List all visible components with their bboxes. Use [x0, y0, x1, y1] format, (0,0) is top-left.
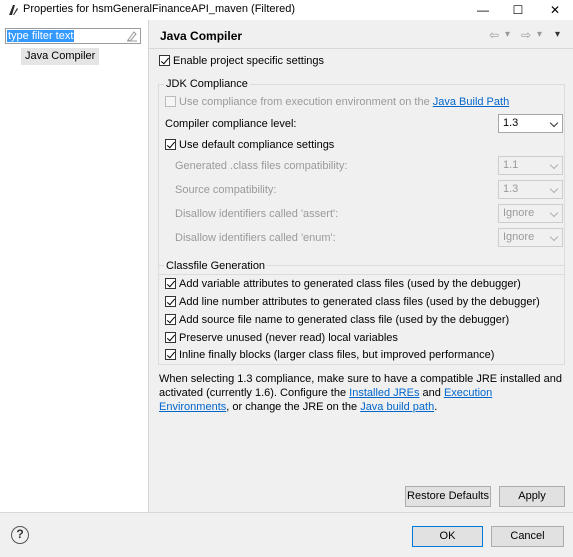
source-compat-select: 1.3 — [498, 180, 563, 199]
page-title: Java Compiler — [160, 29, 243, 43]
checkbox-checked-icon[interactable] — [165, 278, 176, 289]
chevron-down-icon — [549, 232, 559, 242]
eclipse-app-icon — [9, 5, 18, 15]
forward-history-dropdown-icon[interactable]: ▾ — [537, 28, 542, 42]
source-compat-label: Source compatibility: — [175, 184, 277, 196]
view-menu-icon[interactable]: ▾ — [555, 28, 560, 42]
use-default-compliance-label: Use default compliance settings — [179, 139, 335, 151]
compliance-level-select[interactable]: 1.3 — [498, 114, 563, 133]
title-separator — [149, 48, 573, 49]
info-text-part-3: , or change the JRE on the — [226, 401, 361, 413]
add-line-number-attributes-checkbox[interactable]: Add line number attributes to generated … — [165, 295, 540, 309]
source-compat-value: 1.3 — [503, 183, 519, 195]
assert-identifier-label: Disallow identifiers called 'assert': — [175, 208, 339, 220]
title-bar: Properties for hsmGeneralFinanceAPI_mave… — [0, 0, 573, 20]
inline-finally-blocks-checkbox[interactable]: Inline finally blocks (larger class file… — [165, 348, 494, 362]
classfile-generation-group-label: Classfile Generation — [164, 260, 268, 272]
filter-input[interactable]: type filter text — [5, 28, 141, 44]
preserve-unused-variables-label: Preserve unused (never read) local varia… — [179, 332, 398, 344]
add-source-file-name-checkbox[interactable]: Add source file name to generated class … — [165, 313, 509, 327]
dialog-footer: ? OK Cancel — [0, 513, 573, 557]
use-ee-compliance-checkbox: Use compliance from execution environmen… — [165, 95, 509, 109]
java-build-path-link[interactable]: Java Build Path — [433, 96, 509, 108]
inline-finally-blocks-label: Inline finally blocks (larger class file… — [179, 349, 495, 361]
enum-identifier-value: Ignore — [503, 231, 535, 243]
checkbox-checked-icon[interactable] — [165, 296, 176, 307]
restore-defaults-button[interactable]: Restore Defaults — [405, 486, 491, 507]
generated-class-compat-label: Generated .class files compatibility: — [175, 160, 348, 172]
chevron-down-icon — [549, 208, 559, 218]
chevron-down-icon — [549, 118, 559, 128]
java-build-path-link[interactable]: Java build path — [360, 401, 434, 413]
tree-item-java-compiler[interactable]: Java Compiler — [21, 48, 100, 65]
help-icon[interactable]: ? — [11, 526, 29, 544]
cancel-button[interactable]: Cancel — [491, 526, 564, 547]
preference-tree-pane: type filter text Java Compiler — [0, 20, 148, 512]
info-text-part-2: and — [419, 387, 444, 399]
enable-project-specific-checkbox[interactable]: Enable project specific settings — [159, 54, 324, 68]
info-text-part-4: . — [434, 401, 438, 413]
checkbox-checked-icon[interactable] — [165, 139, 176, 150]
assert-identifier-select: Ignore — [498, 204, 563, 223]
back-history-dropdown-icon[interactable]: ▾ — [505, 28, 510, 42]
add-variable-attributes-label: Add variable attributes to generated cla… — [179, 278, 521, 290]
checkbox-unchecked-icon — [165, 96, 176, 107]
compliance-level-label: Compiler compliance level: — [165, 118, 297, 130]
window-title: Properties for hsmGeneralFinanceAPI_mave… — [23, 3, 296, 15]
preserve-unused-variables-checkbox[interactable]: Preserve unused (never read) local varia… — [165, 331, 398, 345]
compliance-info-text: When selecting 1.3 compliance, make sure… — [159, 372, 564, 414]
chevron-down-icon — [549, 160, 559, 170]
clear-filter-icon[interactable] — [126, 30, 138, 42]
checkbox-checked-icon[interactable] — [165, 332, 176, 343]
close-button[interactable]: ✕ — [537, 0, 573, 20]
checkbox-checked-icon[interactable] — [165, 349, 176, 360]
checkbox-checked-icon[interactable] — [159, 55, 170, 66]
add-line-number-attributes-label: Add line number attributes to generated … — [179, 296, 540, 308]
generated-class-compat-select: 1.1 — [498, 156, 563, 175]
jdk-compliance-group-label: JDK Compliance — [164, 78, 250, 90]
checkbox-checked-icon[interactable] — [165, 314, 176, 325]
add-source-file-name-label: Add source file name to generated class … — [179, 314, 510, 326]
enum-identifier-label: Disallow identifiers called 'enum': — [175, 232, 336, 244]
add-variable-attributes-checkbox[interactable]: Add variable attributes to generated cla… — [165, 277, 521, 291]
installed-jres-link[interactable]: Installed JREs — [349, 387, 419, 399]
forward-arrow-icon[interactable]: ⇨ — [521, 28, 531, 42]
filter-input-value[interactable]: type filter text — [7, 30, 75, 42]
generated-class-compat-value: 1.1 — [503, 159, 519, 171]
back-arrow-icon[interactable]: ⇦ — [489, 28, 499, 42]
enum-identifier-select: Ignore — [498, 228, 563, 247]
settings-pane: Java Compiler ⇦ ▾ ⇨ ▾ ▾ Enable project s… — [149, 20, 573, 512]
use-ee-compliance-label: Use compliance from execution environmen… — [179, 96, 433, 108]
assert-identifier-value: Ignore — [503, 207, 535, 219]
compliance-level-value: 1.3 — [503, 117, 519, 129]
ok-button[interactable]: OK — [412, 526, 483, 547]
minimize-button[interactable]: — — [465, 0, 501, 20]
maximize-button[interactable]: ☐ — [500, 0, 536, 20]
apply-button[interactable]: Apply — [499, 486, 565, 507]
chevron-down-icon — [549, 184, 559, 194]
enable-project-specific-label: Enable project specific settings — [173, 55, 325, 67]
use-default-compliance-checkbox[interactable]: Use default compliance settings — [165, 138, 334, 152]
